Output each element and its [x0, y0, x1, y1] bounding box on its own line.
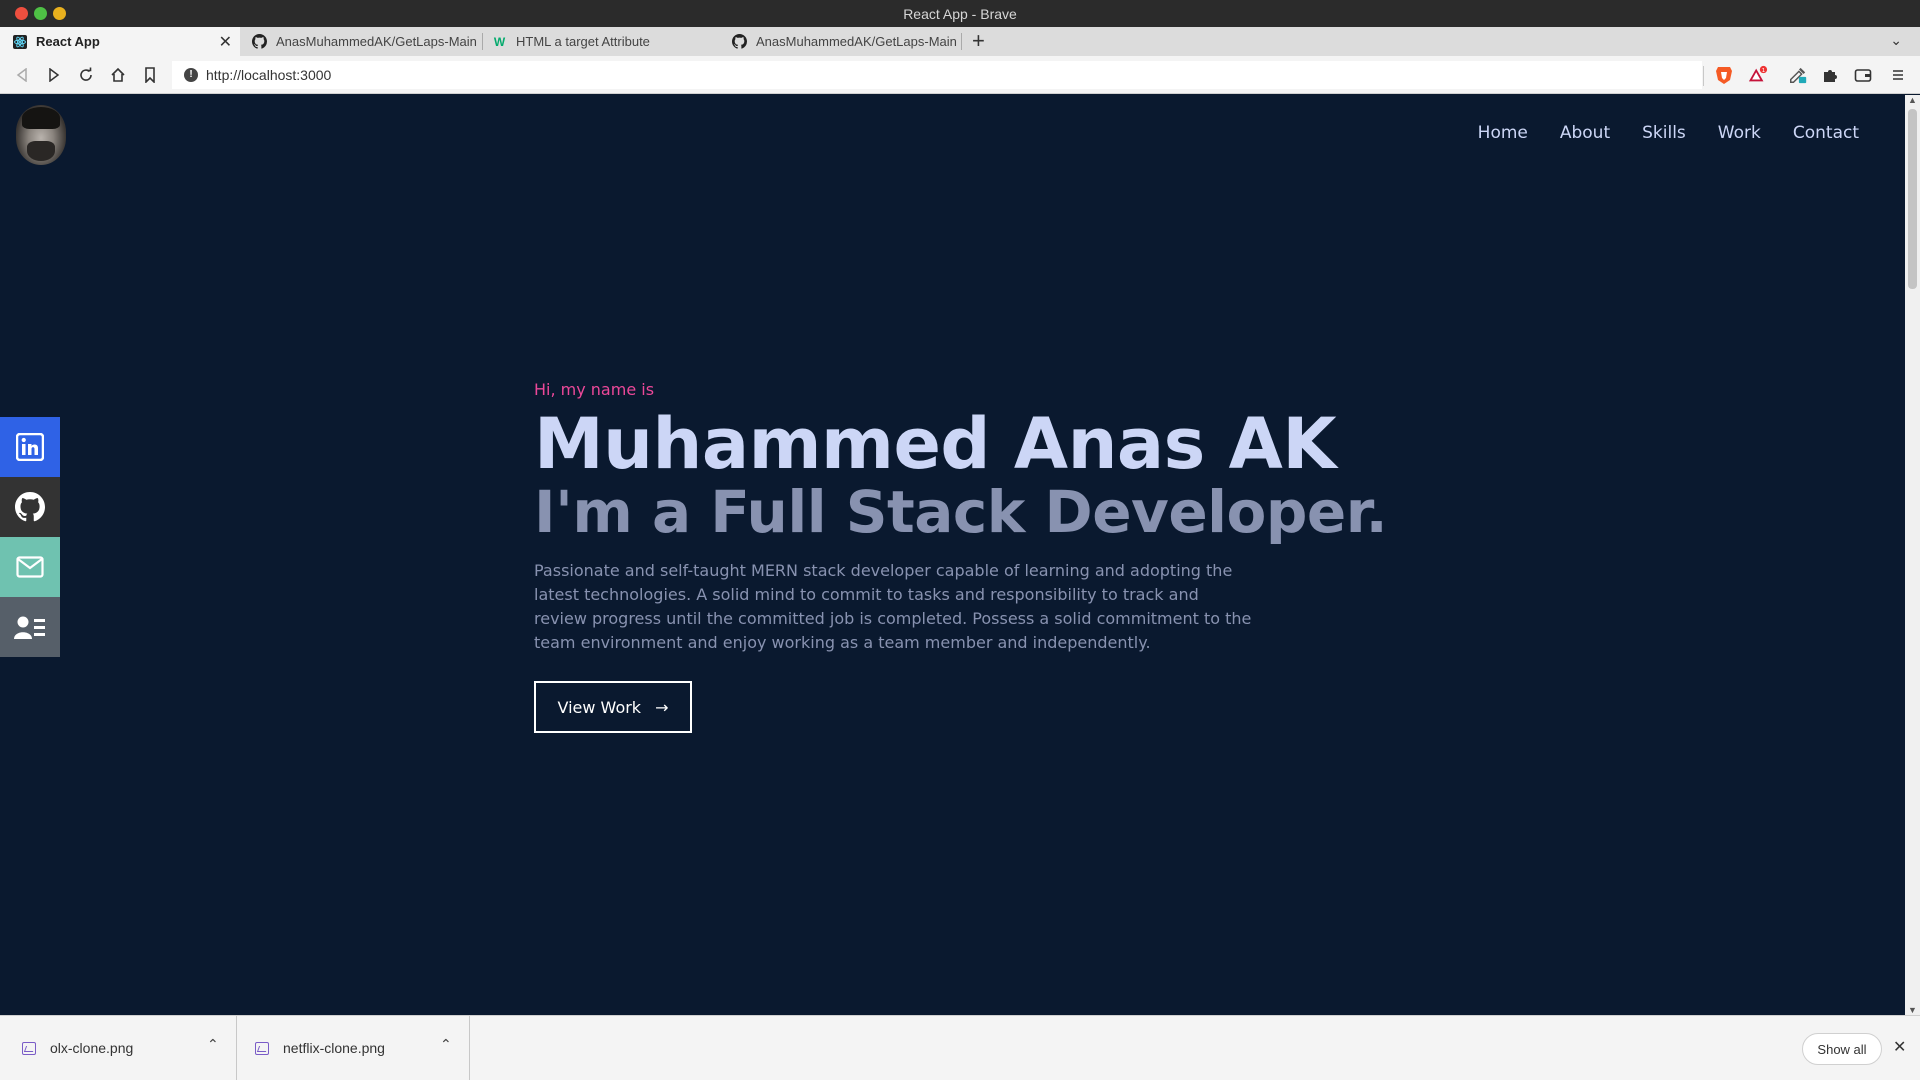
extensions-button[interactable]	[1820, 65, 1840, 85]
react-icon	[12, 34, 27, 49]
linkedin-link[interactable]	[0, 417, 60, 477]
image-file-icon	[255, 1041, 269, 1055]
tab-github-getlaps[interactable]: AnasMuhammedAK/GetLaps-Main	[240, 27, 480, 56]
view-work-label: View Work	[557, 697, 642, 717]
download-filename: netflix-clone.png	[283, 1040, 385, 1056]
home-icon	[111, 67, 125, 82]
tab-github-getlaps-2[interactable]: AnasMuhammedAK/GetLaps-Main	[720, 27, 960, 56]
wallet-icon	[1854, 69, 1872, 82]
svg-text:1: 1	[1762, 68, 1765, 74]
show-all-button[interactable]: Show all	[1802, 1033, 1882, 1065]
new-tab-button[interactable]: +	[972, 28, 985, 54]
hero-description: Passionate and self-taught MERN stack de…	[534, 561, 1252, 652]
window-title: React App - Brave	[903, 6, 1017, 22]
tab-strip: React App ✕ AnasMuhammedAK/GetLaps-Main …	[0, 27, 1920, 56]
github-icon	[252, 34, 267, 49]
back-button[interactable]	[12, 65, 32, 85]
image-file-icon	[22, 1041, 36, 1055]
scroll-thumb[interactable]	[1908, 109, 1917, 289]
tab-html-target-attribute[interactable]: W HTML a target Attribute	[480, 27, 720, 56]
resume-link[interactable]	[0, 597, 60, 657]
forward-arrow-icon	[49, 68, 60, 82]
page-scrollbar[interactable]: ▲ ▼	[1905, 95, 1920, 1015]
puzzle-icon	[1824, 70, 1837, 82]
avatar-hair	[22, 107, 60, 129]
extension-button[interactable]	[1788, 65, 1808, 85]
reload-button[interactable]	[76, 65, 96, 85]
tab-label: HTML a target Attribute	[516, 34, 650, 49]
scroll-down-icon[interactable]: ▼	[1908, 1005, 1917, 1015]
view-work-button[interactable]: View Work →	[534, 681, 692, 733]
forward-button[interactable]	[44, 65, 64, 85]
tab-separator	[961, 33, 962, 50]
profile-avatar[interactable]	[16, 105, 66, 165]
hero-role: I'm a Full Stack Developer.	[534, 478, 1388, 546]
close-icon[interactable]: ✕	[1893, 1037, 1906, 1057]
download-item-netflix-clone[interactable]: netflix-clone.png	[255, 1016, 385, 1080]
mail-icon	[16, 556, 44, 578]
eyedropper-icon	[1790, 67, 1807, 84]
nav-item-contact[interactable]: Contact	[1793, 123, 1859, 143]
page-viewport: Home About Skills Work Contact Hi, my na…	[0, 95, 1905, 1015]
toolbar-separator	[1703, 66, 1704, 86]
social-links-bar	[0, 417, 60, 657]
download-separator	[469, 1016, 470, 1080]
back-arrow-icon	[16, 68, 27, 82]
tab-label: AnasMuhammedAK/GetLaps-Main	[756, 34, 957, 49]
tab-label: AnasMuhammedAK/GetLaps-Main	[276, 34, 477, 49]
hero-name: Muhammed Anas AK	[534, 403, 1337, 485]
address-bar[interactable]: ! http://localhost:3000	[172, 61, 1702, 89]
chevron-up-icon[interactable]: ⌃	[440, 1036, 452, 1053]
brave-rewards-button[interactable]: 1	[1748, 65, 1768, 85]
tab-label: React App	[36, 34, 100, 49]
brave-shields-button[interactable]	[1714, 65, 1734, 85]
tab-list-chevron-icon[interactable]: ⌄	[1890, 32, 1902, 49]
home-button[interactable]	[108, 65, 128, 85]
avatar-beard	[27, 141, 55, 161]
download-item-olx-clone[interactable]: olx-clone.png	[22, 1016, 133, 1080]
site-info-icon[interactable]: !	[184, 68, 198, 82]
w3schools-icon: W	[493, 34, 506, 49]
github-link[interactable]	[0, 477, 60, 537]
resume-icon	[14, 616, 45, 639]
github-icon	[732, 34, 747, 49]
nav-item-skills[interactable]: Skills	[1642, 123, 1686, 143]
downloads-bar: olx-clone.png ⌃ netflix-clone.png ⌃ Show…	[0, 1015, 1920, 1080]
reload-icon	[80, 67, 92, 81]
brave-lion-icon	[1716, 67, 1732, 84]
hamburger-menu-icon	[1893, 70, 1903, 80]
window-titlebar: React App - Brave	[0, 0, 1920, 27]
brave-rewards-icon: 1	[1748, 65, 1768, 82]
download-separator	[236, 1016, 237, 1080]
browser-toolbar: ! http://localhost:3000 1	[0, 56, 1920, 94]
arrow-right-icon: →	[655, 697, 669, 717]
scroll-up-icon[interactable]: ▲	[1908, 95, 1917, 105]
linkedin-icon	[16, 433, 44, 461]
nav-item-about[interactable]: About	[1560, 123, 1610, 143]
url-text[interactable]: http://localhost:3000	[206, 67, 331, 83]
github-icon	[15, 492, 45, 522]
bookmark-icon	[145, 67, 155, 83]
menu-button[interactable]	[1888, 65, 1908, 85]
download-filename: olx-clone.png	[50, 1040, 134, 1056]
tab-react-app[interactable]: React App ✕	[0, 27, 240, 56]
wallet-button[interactable]	[1853, 65, 1873, 85]
email-link[interactable]	[0, 537, 60, 597]
hero-greeting: Hi, my name is	[534, 380, 655, 399]
main-nav: Home About Skills Work Contact	[1478, 123, 1859, 143]
nav-item-home[interactable]: Home	[1478, 123, 1528, 143]
chevron-up-icon[interactable]: ⌃	[207, 1036, 219, 1053]
bookmark-button[interactable]	[140, 65, 160, 85]
hero-section: Hi, my name is Muhammed Anas AK I'm a Fu…	[534, 380, 1434, 733]
nav-item-work[interactable]: Work	[1718, 123, 1761, 143]
tab-close-icon[interactable]: ✕	[219, 32, 232, 52]
